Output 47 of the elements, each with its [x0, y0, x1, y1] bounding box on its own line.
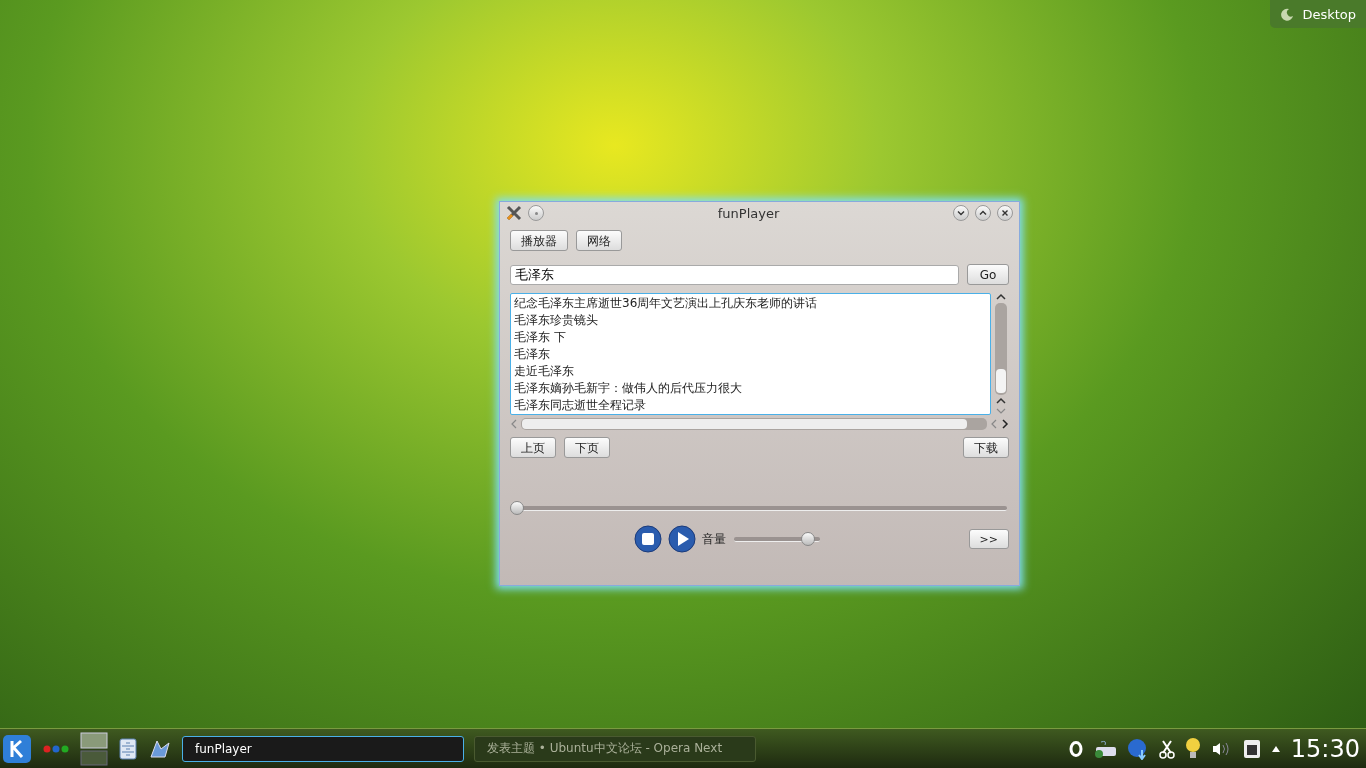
cabinet-icon[interactable] — [118, 737, 138, 760]
result-item[interactable]: 毛泽东珍贵镜头 — [514, 312, 987, 329]
vertical-scrollbar[interactable] — [993, 293, 1009, 415]
tools-icon[interactable] — [506, 205, 522, 221]
result-item[interactable]: 毛泽东同志逝世全程记录 — [514, 397, 987, 414]
scrollbar-thumb[interactable] — [522, 419, 968, 429]
window-title: funPlayer — [716, 205, 781, 221]
scroll-up-icon[interactable] — [996, 397, 1006, 405]
clock: 15:30 — [1290, 734, 1360, 763]
tab-button[interactable]: 网络 — [576, 230, 622, 251]
volume-label: 音量 — [701, 530, 726, 548]
scissors-icon[interactable] — [1158, 738, 1175, 759]
dots-icon[interactable] — [42, 743, 70, 754]
horizontal-scrollbar[interactable] — [510, 418, 1009, 430]
scroll-up-icon[interactable] — [996, 293, 1006, 301]
tab-button[interactable]: 播放器 — [510, 230, 568, 251]
chevron-down-icon — [957, 209, 965, 217]
chevron-up-icon — [979, 209, 987, 217]
play-button[interactable] — [667, 525, 696, 553]
pin-button[interactable] — [528, 205, 544, 221]
result-item[interactable]: 走近毛泽东 — [514, 363, 987, 380]
lightbulb-icon[interactable] — [1184, 736, 1201, 761]
scrollbar-thumb[interactable] — [996, 369, 1006, 393]
volume-slider[interactable] — [731, 531, 822, 547]
stop-button[interactable] — [633, 525, 662, 553]
page-button[interactable]: 下页 — [564, 437, 610, 458]
maximize-button[interactable] — [975, 205, 991, 221]
result-item[interactable]: 纪念毛泽东主席逝世36周年文艺演出上孔庆东老师的讲话 — [514, 295, 987, 312]
task-button[interactable]: funPlayer — [182, 735, 464, 762]
page-button[interactable]: 上页 — [510, 437, 556, 458]
result-item[interactable]: 毛泽东嫡孙毛新宇：做伟人的后代压力很大 — [514, 380, 987, 397]
close-icon — [1001, 209, 1009, 217]
download-button[interactable]: 下载 — [963, 437, 1009, 458]
go-button[interactable]: Go — [967, 264, 1009, 285]
seek-slider[interactable] — [510, 500, 1009, 516]
more-button[interactable]: >> — [968, 529, 1009, 549]
expand-icon[interactable] — [1270, 744, 1281, 753]
minimize-button[interactable] — [953, 205, 969, 221]
scroll-right-icon[interactable] — [1001, 419, 1009, 429]
result-item[interactable]: 毛泽东 — [514, 346, 987, 363]
task-button[interactable]: 发表主题 • Ubuntu中文论坛 - Opera Next — [474, 735, 756, 762]
close-button[interactable] — [997, 205, 1013, 221]
search-field[interactable]: 毛泽东 — [510, 264, 959, 285]
launcher-icon[interactable] — [2, 733, 32, 764]
desktop-button[interactable]: Desktop — [1270, 0, 1366, 28]
pager-icon[interactable] — [80, 730, 108, 767]
result-item[interactable]: 毛泽东 下 — [514, 329, 987, 346]
